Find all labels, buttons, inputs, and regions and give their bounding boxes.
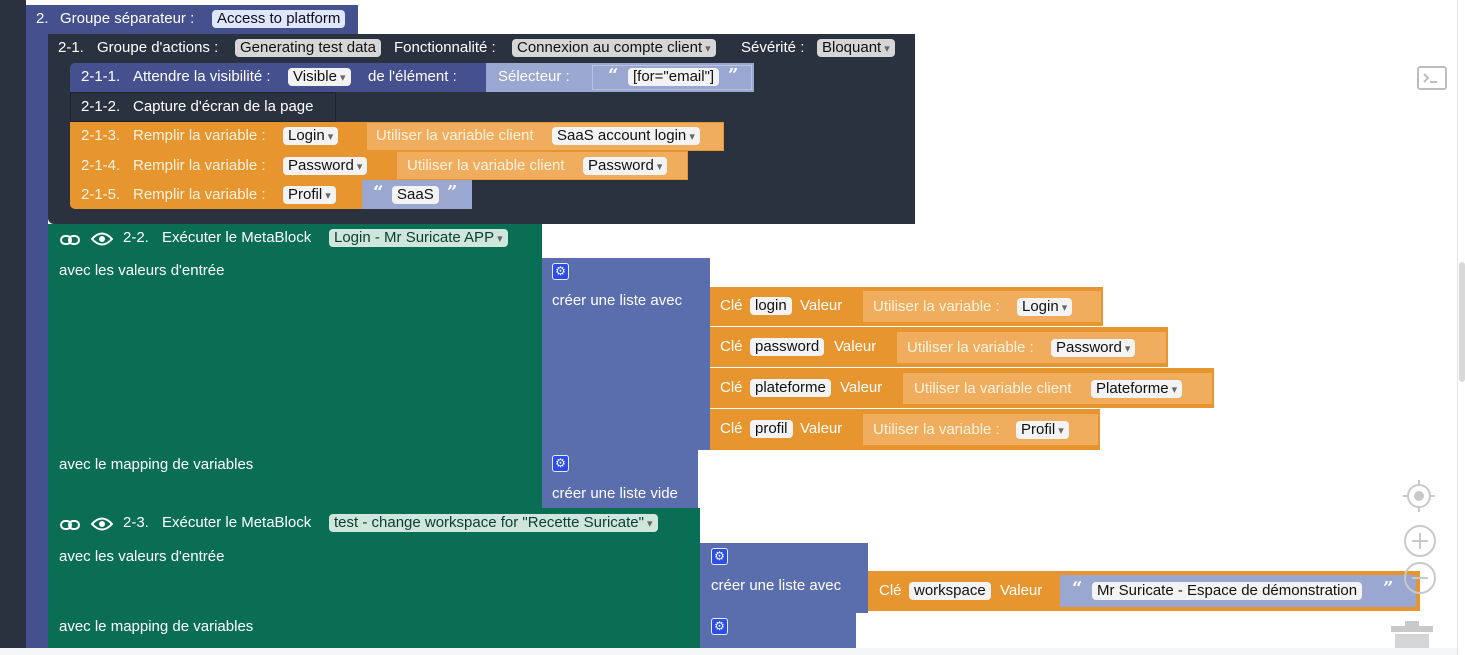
step-number: 2-1-3.	[81, 127, 121, 144]
value-label: Valeur	[800, 420, 843, 437]
key-label: Clé	[879, 582, 902, 599]
create-list-block[interactable]	[542, 258, 710, 450]
metablock-number: 2-2.	[123, 229, 149, 246]
quote-open-icon: “	[608, 65, 619, 86]
client-variable-label: Utiliser la variable client	[376, 127, 534, 144]
metablock-dropdown[interactable]: test - change workspace for "Recette Sur…	[329, 514, 658, 532]
metablock-label: Exécuter le MetaBlock	[162, 514, 312, 531]
severity-dropdown[interactable]: Bloquant	[817, 39, 895, 57]
key-field[interactable]: login	[750, 297, 792, 315]
scrollbar-thumb[interactable]	[1459, 262, 1465, 382]
severity-label: Sévérité :	[741, 39, 805, 56]
metablock-dropdown[interactable]: Login - Mr Suricate APP	[329, 229, 508, 247]
create-list-label: créer une liste avec	[552, 292, 683, 309]
inputs-label: avec les valeurs d'entrée	[59, 548, 225, 565]
create-list-label: créer une liste avec	[711, 577, 842, 594]
quote-close-icon: ”	[447, 182, 458, 203]
eye-icon[interactable]	[91, 231, 113, 247]
key-label: Clé	[720, 420, 743, 437]
value-label: Valeur	[840, 379, 883, 396]
separator-number: 2.	[36, 10, 49, 27]
variable-label: Utiliser la variable :	[873, 421, 1000, 438]
mapping-label: avec le mapping de variables	[59, 456, 254, 473]
key-field[interactable]: plateforme	[750, 379, 831, 397]
value-label: Valeur	[834, 338, 877, 355]
value-label: Valeur	[800, 297, 843, 314]
visibility-state-dropdown[interactable]: Visible	[288, 68, 351, 86]
variable-dropdown[interactable]: Profil	[283, 186, 336, 204]
create-list-spine	[542, 440, 710, 450]
client-variable-dropdown[interactable]: Plateforme	[1091, 380, 1183, 398]
minus-icon[interactable]	[1403, 561, 1437, 595]
link-icon[interactable]	[60, 518, 80, 532]
key-field[interactable]: password	[750, 338, 825, 356]
step-label: Remplir la variable :	[133, 186, 266, 203]
variable-dropdown[interactable]: Password	[283, 157, 368, 175]
metablock-label: Exécuter le MetaBlock	[162, 229, 312, 246]
metablock-number: 2-3.	[123, 514, 149, 531]
text-value-field[interactable]: SaaS	[392, 186, 439, 204]
text-value-field[interactable]: Mr Suricate - Espace de démonstration	[1092, 582, 1363, 600]
variable-label: Utiliser la variable :	[907, 339, 1034, 356]
trash-icon[interactable]	[1389, 618, 1435, 650]
feature-dropdown[interactable]: Connexion au compte client	[512, 39, 716, 57]
step-number: 2-1-5.	[81, 186, 121, 203]
variable-dropdown[interactable]: Profil	[1016, 421, 1069, 439]
variable-dropdown[interactable]: Login	[1017, 298, 1073, 316]
key-label: Clé	[720, 379, 743, 396]
inputs-label: avec les valeurs d'entrée	[59, 262, 225, 279]
quote-open-icon: “	[373, 182, 384, 203]
step-number: 2-1-1.	[81, 68, 121, 85]
quote-close-icon: ”	[1383, 578, 1394, 599]
gear-icon[interactable]: ⚙	[711, 548, 728, 565]
client-variable-dropdown[interactable]: Password	[583, 157, 668, 175]
bottom-divider	[0, 648, 1457, 655]
crosshair-icon[interactable]	[1402, 479, 1436, 513]
key-label: Clé	[720, 338, 743, 355]
action-group-number: 2-1.	[58, 39, 84, 56]
step-label: Remplir la variable :	[133, 157, 266, 174]
selector-label: Sélecteur :	[498, 68, 570, 85]
key-field[interactable]: workspace	[909, 582, 991, 600]
step-label: Attendre la visibilité :	[133, 68, 271, 85]
variable-label: Utiliser la variable :	[873, 298, 1000, 315]
plus-icon[interactable]	[1403, 524, 1437, 558]
separator-frame	[26, 30, 48, 655]
of-element-label: de l'élément :	[368, 68, 457, 85]
separator-label: Groupe séparateur :	[60, 10, 195, 27]
key-field[interactable]: profil	[750, 420, 793, 438]
variable-dropdown[interactable]: Login	[283, 127, 339, 145]
mapping-label: avec le mapping de variables	[59, 618, 254, 635]
feature-label: Fonctionnalité :	[394, 39, 496, 56]
action-group-label: Groupe d'actions :	[97, 39, 219, 56]
client-variable-label: Utiliser la variable client	[407, 157, 565, 174]
separator-name-field[interactable]: Access to platform	[212, 10, 346, 28]
step-number: 2-1-2.	[81, 98, 121, 115]
selector-value-field[interactable]: [for="email"]	[628, 68, 720, 86]
create-empty-list-label: créer une liste vide	[552, 485, 678, 502]
key-label: Clé	[720, 297, 743, 314]
client-variable-dropdown[interactable]: SaaS account login	[552, 127, 700, 145]
action-group-name-field[interactable]: Generating test data	[235, 39, 381, 57]
quote-close-icon: ”	[728, 65, 739, 86]
gear-icon[interactable]: ⚙	[711, 618, 728, 635]
step-label: Remplir la variable :	[133, 127, 266, 144]
left-gutter	[0, 0, 26, 655]
console-icon[interactable]	[1417, 66, 1447, 90]
step-label: Capture d'écran de la page	[133, 98, 314, 115]
client-variable-label: Utiliser la variable client	[914, 380, 1072, 397]
gear-icon[interactable]: ⚙	[552, 455, 569, 472]
gear-icon[interactable]: ⚙	[552, 263, 569, 280]
link-icon[interactable]	[60, 233, 80, 247]
quote-open-icon: “	[1072, 578, 1083, 599]
step-number: 2-1-4.	[81, 157, 121, 174]
value-label: Valeur	[1000, 582, 1043, 599]
variable-dropdown[interactable]: Password	[1051, 339, 1136, 357]
eye-icon[interactable]	[91, 516, 113, 532]
